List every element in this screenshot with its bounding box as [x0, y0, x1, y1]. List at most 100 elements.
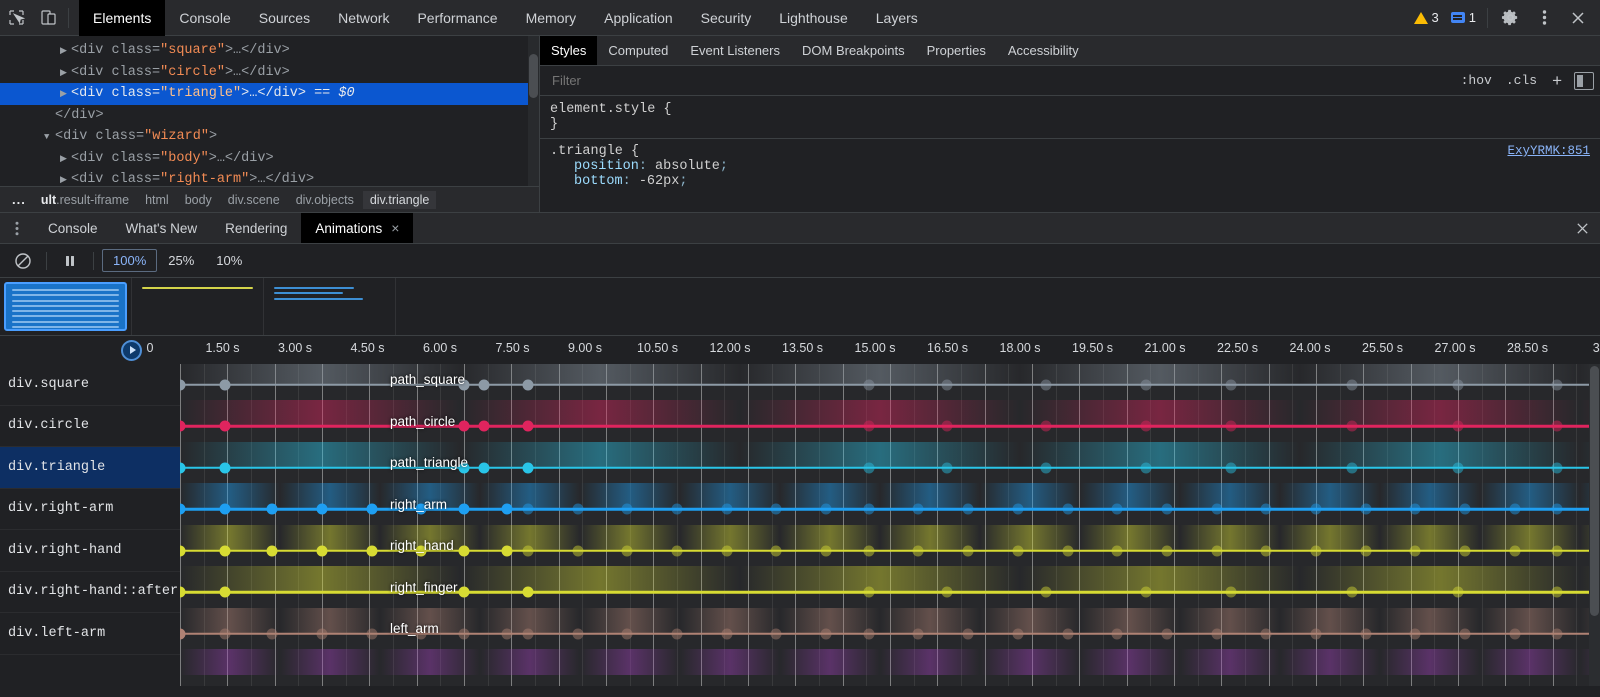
- device-toolbar-icon[interactable]: [32, 4, 64, 32]
- animation-keyframe[interactable]: [478, 462, 489, 473]
- animation-keyframe[interactable]: [366, 545, 377, 556]
- animation-keyframe[interactable]: [1012, 504, 1023, 515]
- breadcrumb-item[interactable]: ult.result-iframe: [34, 191, 136, 209]
- animation-keyframe[interactable]: [941, 462, 952, 473]
- animation-keyframe[interactable]: [478, 421, 489, 432]
- tab-performance[interactable]: Performance: [403, 0, 511, 36]
- animation-keyframe[interactable]: [522, 628, 533, 639]
- animation-keyframe[interactable]: [459, 421, 470, 432]
- animation-keyframe[interactable]: [267, 504, 278, 515]
- animation-keyframe[interactable]: [941, 379, 952, 390]
- animation-keyframe[interactable]: [1509, 545, 1520, 556]
- animation-keyframe[interactable]: [572, 504, 583, 515]
- expand-arrow-icon[interactable]: ▼: [44, 127, 55, 149]
- animation-keyframe[interactable]: [672, 628, 683, 639]
- styles-tab-event-listeners[interactable]: Event Listeners: [679, 36, 791, 65]
- animation-keyframe[interactable]: [1311, 504, 1322, 515]
- drawer-tab-what-s-new[interactable]: What's New: [112, 213, 212, 243]
- animation-keyframe[interactable]: [821, 504, 832, 515]
- animation-keyframe[interactable]: [522, 421, 533, 432]
- animation-keyframe[interactable]: [1062, 504, 1073, 515]
- animation-keyframe[interactable]: [1311, 545, 1322, 556]
- styles-tab-accessibility[interactable]: Accessibility: [997, 36, 1090, 65]
- animation-keyframe[interactable]: [1360, 504, 1371, 515]
- animation-keyframe[interactable]: [1346, 421, 1357, 432]
- kebab-menu-icon[interactable]: [1528, 4, 1560, 32]
- animation-keyframe[interactable]: [501, 545, 512, 556]
- drawer-close-icon[interactable]: [1564, 213, 1600, 243]
- animation-keyframe[interactable]: [459, 628, 470, 639]
- animation-keyframe[interactable]: [1410, 545, 1421, 556]
- dom-node-line[interactable]: ▼<div class="wizard">: [0, 126, 539, 148]
- animation-keyframe[interactable]: [1453, 379, 1464, 390]
- animation-keyframe[interactable]: [1140, 379, 1151, 390]
- animation-keyframe[interactable]: [1041, 421, 1052, 432]
- dom-tree-scroll-thumb[interactable]: [529, 54, 538, 98]
- animation-keyframe[interactable]: [267, 628, 278, 639]
- animation-keyframe[interactable]: [771, 628, 782, 639]
- animation-keyframe[interactable]: [220, 587, 231, 598]
- animation-keyframe[interactable]: [267, 545, 278, 556]
- animation-keyframe[interactable]: [416, 504, 427, 515]
- styles-tab-properties[interactable]: Properties: [916, 36, 997, 65]
- animation-keyframe[interactable]: [220, 421, 231, 432]
- animation-keyframe[interactable]: [1062, 628, 1073, 639]
- animation-keyframe[interactable]: [459, 587, 470, 598]
- animation-keyframe[interactable]: [572, 545, 583, 556]
- styles-filter-input[interactable]: [546, 73, 1454, 88]
- tab-security[interactable]: Security: [687, 0, 766, 36]
- animation-keyframe[interactable]: [220, 628, 231, 639]
- animation-track-row-partial[interactable]: [180, 655, 1600, 687]
- dom-node-line[interactable]: ▶<div class="triangle">…</div> == $0: [0, 83, 539, 105]
- animation-keyframe[interactable]: [1211, 628, 1222, 639]
- animation-keyframe[interactable]: [963, 628, 974, 639]
- animation-group-preview[interactable]: [132, 278, 264, 335]
- animation-keyframe[interactable]: [220, 545, 231, 556]
- animation-keyframe[interactable]: [459, 504, 470, 515]
- animation-keyframe[interactable]: [1211, 504, 1222, 515]
- animation-keyframe[interactable]: [1041, 462, 1052, 473]
- animation-keyframe[interactable]: [1211, 545, 1222, 556]
- animation-keyframe[interactable]: [941, 587, 952, 598]
- animation-keyframe[interactable]: [1140, 587, 1151, 598]
- breadcrumb-item[interactable]: html: [138, 191, 176, 209]
- animation-keyframe[interactable]: [721, 628, 732, 639]
- breadcrumb-item[interactable]: div.scene: [221, 191, 287, 209]
- animation-keyframe[interactable]: [863, 587, 874, 598]
- animation-keyframe[interactable]: [1552, 587, 1563, 598]
- animation-keyframe[interactable]: [366, 504, 377, 515]
- animation-keyframe[interactable]: [1460, 628, 1471, 639]
- tab-layers[interactable]: Layers: [862, 0, 932, 36]
- animation-keyframe[interactable]: [1112, 545, 1123, 556]
- animation-row-label[interactable]: div.left-arm: [0, 613, 180, 655]
- dom-node-line[interactable]: ▶<div class="body">…</div>: [0, 148, 539, 170]
- animation-keyframe[interactable]: [913, 628, 924, 639]
- animation-keyframe[interactable]: [459, 462, 470, 473]
- close-devtools-icon[interactable]: [1562, 4, 1594, 32]
- animation-keyframe[interactable]: [1360, 628, 1371, 639]
- animation-keyframe[interactable]: [1112, 504, 1123, 515]
- animation-keyframe[interactable]: [622, 545, 633, 556]
- animation-keyframe[interactable]: [1140, 421, 1151, 432]
- timeline-scrollbar[interactable]: [1589, 364, 1600, 686]
- style-source-link[interactable]: ExyYRMK:851: [1507, 144, 1590, 158]
- breadcrumb-item[interactable]: div.triangle: [363, 191, 437, 209]
- tab-lighthouse[interactable]: Lighthouse: [765, 0, 862, 36]
- styles-tab-styles[interactable]: Styles: [540, 36, 597, 65]
- tab-sources[interactable]: Sources: [245, 0, 324, 36]
- animation-keyframe[interactable]: [1261, 545, 1272, 556]
- animation-keyframe[interactable]: [1360, 545, 1371, 556]
- animation-keyframe[interactable]: [366, 628, 377, 639]
- animation-row-label[interactable]: div.triangle: [0, 447, 180, 489]
- animation-keyframe[interactable]: [1453, 462, 1464, 473]
- drawer-tab-close-icon[interactable]: ×: [391, 220, 399, 236]
- animation-keyframe[interactable]: [1460, 545, 1471, 556]
- animation-keyframe[interactable]: [522, 462, 533, 473]
- animation-keyframe[interactable]: [1460, 504, 1471, 515]
- animation-keyframe[interactable]: [180, 628, 186, 639]
- animation-keyframe[interactable]: [416, 545, 427, 556]
- breadcrumb-item[interactable]: div.objects: [289, 191, 361, 209]
- tab-elements[interactable]: Elements: [79, 0, 165, 36]
- tab-network[interactable]: Network: [324, 0, 403, 36]
- animation-group-preview[interactable]: [0, 278, 132, 335]
